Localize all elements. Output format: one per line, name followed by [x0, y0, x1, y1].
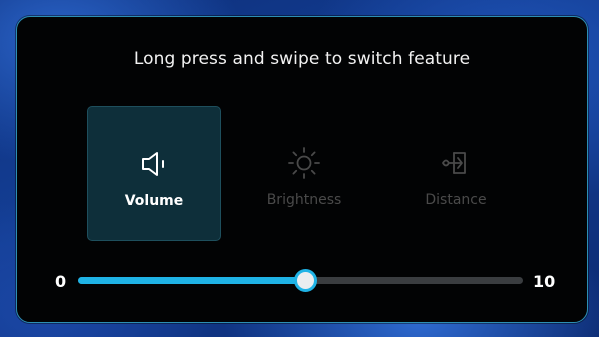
feature-tile-distance[interactable]: Distance [389, 106, 523, 241]
slider-thumb[interactable] [293, 269, 317, 292]
distance-icon [442, 152, 466, 174]
feature-label-brightness: Brightness [266, 192, 342, 208]
feature-switch-panel: Long press and swipe to switch feature V… [16, 16, 588, 323]
slider-fill [78, 277, 305, 284]
feature-tile-volume[interactable]: Volume [87, 106, 221, 241]
feature-tile-brightness[interactable]: Brightness [237, 106, 371, 241]
sun-icon [288, 147, 320, 179]
panel-title: Long press and swipe to switch feature [133, 49, 471, 69]
value-slider[interactable] [78, 269, 523, 292]
slider-min-label: 0 [55, 272, 67, 291]
feature-label-volume: Volume [124, 193, 184, 209]
speaker-icon [142, 152, 164, 176]
feature-label-distance: Distance [425, 192, 487, 208]
slider-max-label: 10 [533, 272, 556, 291]
